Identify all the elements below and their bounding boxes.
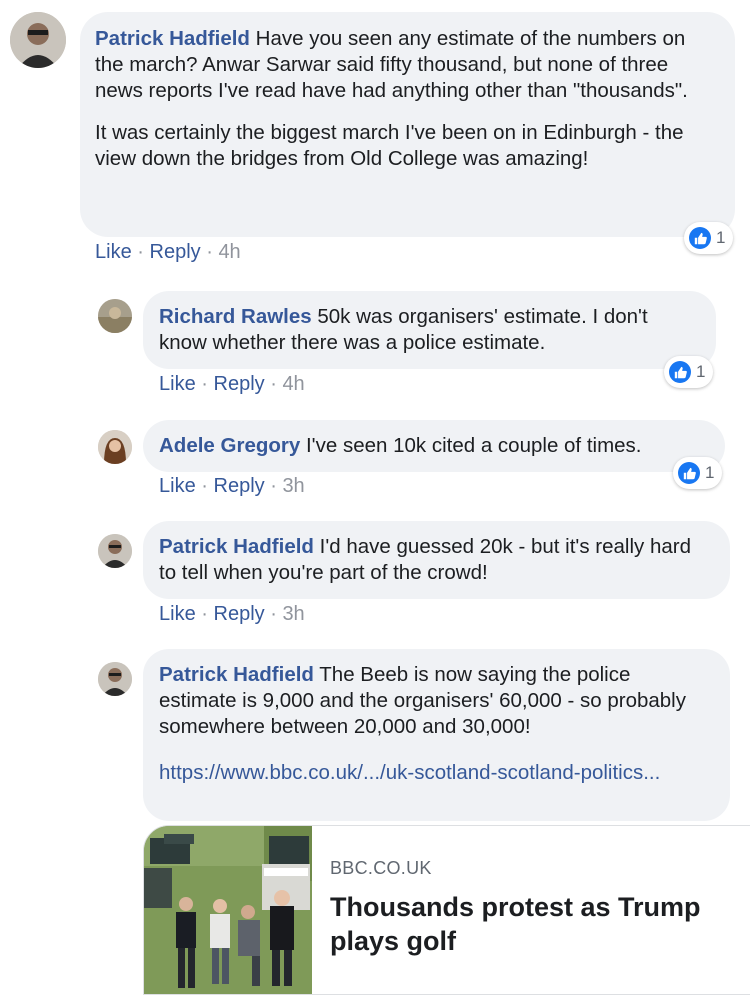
comment-actions: Like · Reply · 3h bbox=[159, 603, 305, 625]
reaction-count[interactable]: 1 bbox=[664, 356, 714, 388]
like-link[interactable]: Like bbox=[159, 475, 196, 497]
thumbs-up-icon bbox=[678, 462, 700, 484]
comment-author[interactable]: Richard Rawles bbox=[159, 305, 312, 328]
comment-bubble: Patrick Hadfield The Beeb is now saying … bbox=[143, 649, 730, 821]
avatar[interactable] bbox=[10, 12, 66, 68]
reply-link[interactable]: Reply bbox=[214, 475, 265, 497]
reply-link[interactable]: Reply bbox=[214, 603, 265, 625]
comment-bubble: Patrick Hadfield I'd have guessed 20k - … bbox=[143, 521, 730, 599]
like-link[interactable]: Like bbox=[159, 603, 196, 625]
comment-bubble: Adele Gregory I've seen 10k cited a coup… bbox=[143, 420, 725, 472]
timestamp[interactable]: 3h bbox=[282, 603, 304, 625]
like-link[interactable]: Like bbox=[95, 241, 132, 263]
link-preview-card[interactable]: BBC.CO.UK Thousands protest as Trump pla… bbox=[143, 825, 750, 995]
reply-link[interactable]: Reply bbox=[214, 373, 265, 395]
timestamp[interactable]: 3h bbox=[282, 475, 304, 497]
comment-actions: Like · Reply · 3h bbox=[159, 475, 305, 497]
comment-author[interactable]: Patrick Hadfield bbox=[95, 27, 250, 50]
comment-actions: Like · Reply · 4h bbox=[159, 373, 305, 395]
preview-thumbnail[interactable] bbox=[144, 826, 312, 994]
avatar[interactable] bbox=[98, 299, 132, 333]
avatar[interactable] bbox=[98, 662, 132, 696]
thumbs-up-icon bbox=[689, 227, 711, 249]
like-link[interactable]: Like bbox=[159, 373, 196, 395]
comment-author[interactable]: Adele Gregory bbox=[159, 434, 300, 457]
timestamp[interactable]: 4h bbox=[218, 241, 240, 263]
comment-actions: Like · Reply · 4h bbox=[95, 241, 241, 263]
comment-author[interactable]: Patrick Hadfield bbox=[159, 663, 314, 686]
comment-text: I've seen 10k cited a couple of times. bbox=[305, 434, 642, 457]
comment-author[interactable]: Patrick Hadfield bbox=[159, 535, 314, 558]
comment-bubble: Patrick Hadfield Have you seen any estim… bbox=[80, 12, 735, 237]
preview-headline[interactable]: Thousands protest as Trump plays golf bbox=[330, 890, 740, 958]
reaction-count[interactable]: 1 bbox=[673, 457, 723, 489]
comment-bubble: Richard Rawles 50k was organisers' estim… bbox=[143, 291, 716, 369]
avatar[interactable] bbox=[98, 430, 132, 464]
preview-domain: BBC.CO.UK bbox=[330, 858, 432, 878]
comment-text-second: It was certainly the biggest march I've … bbox=[95, 121, 684, 170]
avatar[interactable] bbox=[98, 534, 132, 568]
timestamp[interactable]: 4h bbox=[282, 373, 304, 395]
reply-link[interactable]: Reply bbox=[150, 241, 201, 263]
thumbs-up-icon bbox=[669, 361, 691, 383]
article-link[interactable]: https://www.bbc.co.uk/.../uk-scotland-sc… bbox=[159, 761, 660, 784]
reaction-count[interactable]: 1 bbox=[684, 222, 734, 254]
